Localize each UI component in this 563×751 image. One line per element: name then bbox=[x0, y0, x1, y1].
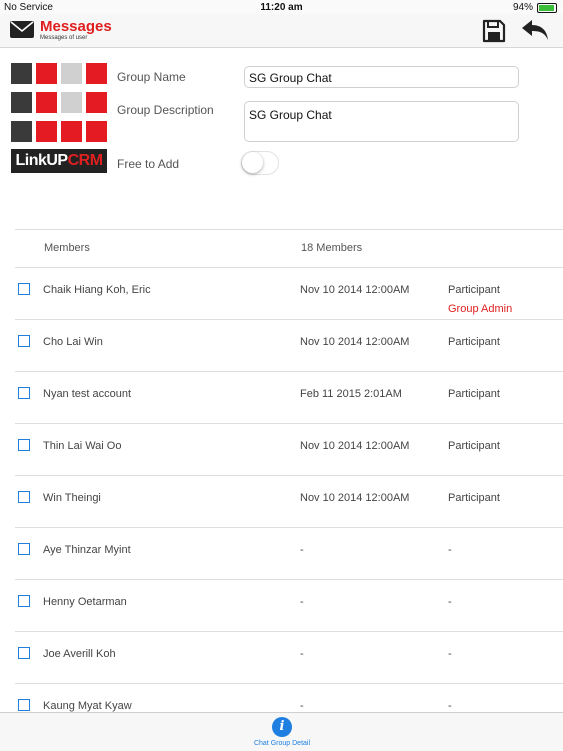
member-name: Henny Oetarman bbox=[43, 596, 127, 608]
member-role: - bbox=[448, 544, 452, 556]
reply-back-icon[interactable] bbox=[520, 18, 550, 42]
member-name: Thin Lai Wai Oo bbox=[43, 440, 122, 452]
member-date: - bbox=[300, 544, 304, 556]
member-row[interactable]: Thin Lai Wai Oo Nov 10 2014 12:00AM Partic… bbox=[15, 424, 563, 476]
member-date: - bbox=[300, 596, 304, 608]
members-table: Members 18 Members Chaik Hiang Koh, Eric… bbox=[15, 229, 563, 736]
member-date: - bbox=[300, 648, 304, 660]
member-date: Nov 10 2014 12:00AM bbox=[300, 336, 410, 348]
member-role: Participant bbox=[448, 440, 500, 452]
member-row[interactable]: Chaik Hiang Koh, Eric Nov 10 2014 12:00AM… bbox=[15, 268, 563, 320]
member-checkbox[interactable] bbox=[18, 283, 30, 295]
member-row[interactable]: Cho Lai Win Nov 10 2014 12:00AM Participan… bbox=[15, 320, 563, 372]
tab-bar: i Chat Group Detail bbox=[0, 712, 563, 751]
members-count: 18 Members bbox=[301, 242, 363, 254]
status-time: 11:20 am bbox=[260, 2, 303, 13]
member-role: - bbox=[448, 596, 452, 608]
group-admin-badge: Group Admin bbox=[448, 303, 513, 315]
free-to-add-toggle[interactable] bbox=[241, 151, 279, 175]
toggle-knob bbox=[242, 152, 263, 173]
member-role: Participant bbox=[448, 284, 500, 296]
member-checkbox[interactable] bbox=[18, 439, 30, 451]
member-checkbox[interactable] bbox=[18, 543, 30, 555]
member-date: Nov 10 2014 12:00AM bbox=[300, 492, 410, 504]
battery-percent: 94% bbox=[512, 2, 533, 13]
status-bar: No Service 11:20 am 94% bbox=[0, 0, 563, 14]
group-logo bbox=[11, 63, 107, 145]
tab-chat-group-detail[interactable]: i Chat Group Detail bbox=[232, 717, 332, 747]
save-icon[interactable] bbox=[481, 18, 507, 44]
member-checkbox[interactable] bbox=[18, 335, 30, 347]
group-name-input[interactable]: SG Group Chat bbox=[244, 66, 519, 88]
member-name: Joe Averill Koh bbox=[43, 648, 116, 660]
member-checkbox[interactable] bbox=[18, 491, 30, 503]
tab-label: Chat Group Detail bbox=[253, 740, 311, 747]
member-role: Participant bbox=[448, 492, 500, 504]
member-date: Nov 10 2014 12:00AM bbox=[300, 284, 410, 296]
member-name: Chaik Hiang Koh, Eric bbox=[43, 284, 151, 296]
member-name: Win Theingi bbox=[43, 492, 101, 504]
member-date: - bbox=[300, 700, 304, 712]
member-row[interactable]: Nyan test account Feb 11 2015 2:01AM Parti… bbox=[15, 372, 563, 424]
free-to-add-label: Free to Add bbox=[117, 157, 180, 171]
member-row[interactable]: Joe Averill Koh - - bbox=[15, 632, 563, 684]
group-name-label: Group Name bbox=[117, 70, 186, 84]
member-row[interactable]: Aye Thinzar Myint - - bbox=[15, 528, 563, 580]
member-role: - bbox=[448, 648, 452, 660]
group-description-label: Group Description bbox=[117, 103, 214, 117]
member-date: Feb 11 2015 2:01AM bbox=[300, 388, 402, 400]
member-checkbox[interactable] bbox=[18, 699, 30, 711]
member-checkbox[interactable] bbox=[18, 647, 30, 659]
group-description-input[interactable]: SG Group Chat bbox=[244, 101, 519, 142]
battery-icon bbox=[537, 2, 557, 13]
envelope-icon bbox=[10, 21, 34, 38]
status-right: 94% bbox=[513, 2, 557, 13]
member-checkbox[interactable] bbox=[18, 387, 30, 399]
member-name: Nyan test account bbox=[43, 388, 132, 400]
member-name: Aye Thinzar Myint bbox=[43, 544, 131, 556]
nav-title: Messages bbox=[40, 18, 112, 35]
members-header-label: Members bbox=[44, 242, 90, 254]
member-date: Nov 10 2014 12:00AM bbox=[300, 440, 410, 452]
member-name: Cho Lai Win bbox=[43, 336, 103, 348]
member-row[interactable]: Henny Oetarman - - bbox=[15, 580, 563, 632]
member-role: - bbox=[448, 700, 452, 712]
navigation-bar: Messages Messages of user bbox=[0, 14, 563, 48]
members-header: Members 18 Members bbox=[15, 229, 563, 268]
member-role: Participant bbox=[448, 388, 500, 400]
info-icon: i bbox=[272, 717, 292, 737]
linkupcrm-logo: LinkUPCRM bbox=[11, 149, 107, 173]
member-checkbox[interactable] bbox=[18, 595, 30, 607]
member-name: Kaung Myat Kyaw bbox=[43, 700, 132, 712]
nav-subtitle: Messages of user bbox=[40, 35, 88, 41]
member-role: Participant bbox=[448, 336, 500, 348]
member-row[interactable]: Win Theingi Nov 10 2014 12:00AM Participan… bbox=[15, 476, 563, 528]
